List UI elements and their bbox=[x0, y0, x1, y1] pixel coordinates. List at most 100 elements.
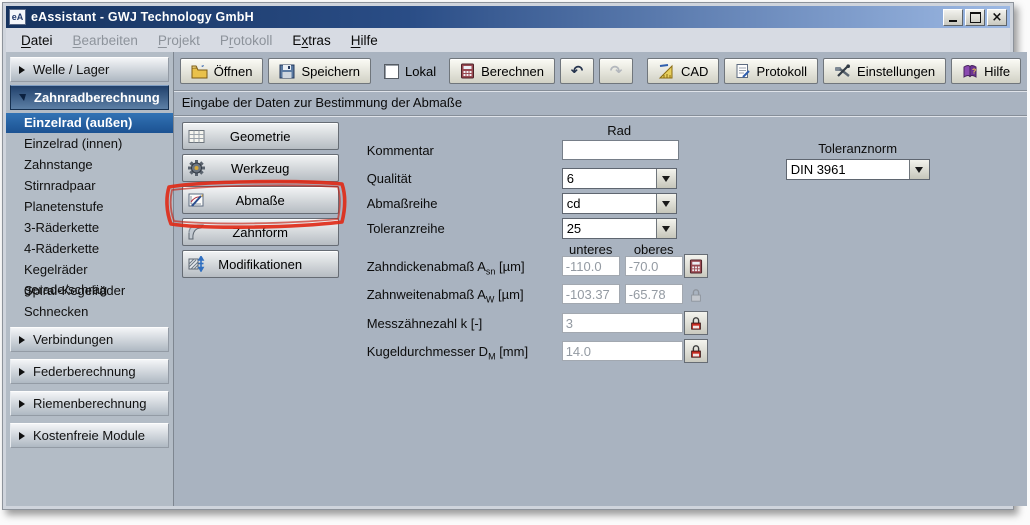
window-controls: × bbox=[943, 9, 1007, 26]
sidebar-header-riemenberechnung[interactable]: Riemenberechnung bbox=[10, 391, 169, 416]
werkzeug-button[interactable]: Werkzeug bbox=[182, 154, 339, 182]
modifications-icon bbox=[186, 253, 208, 275]
close-icon: × bbox=[992, 11, 1003, 24]
menu-protokoll: Protokoll bbox=[211, 31, 282, 50]
open-button[interactable]: Öffnen bbox=[180, 58, 264, 84]
sidebar-header-welle-lager[interactable]: Welle / Lager bbox=[10, 57, 169, 82]
kugeldurchmesser-label: Kugeldurchmesser DM [mm] bbox=[367, 344, 528, 362]
geometrie-button[interactable]: Geometrie bbox=[182, 122, 339, 150]
menu-extras[interactable]: Extras bbox=[283, 31, 339, 50]
zahndickenabmass-label: Zahndickenabmaß Asn [µm] bbox=[367, 259, 525, 277]
dropdown-arrow-icon bbox=[656, 219, 676, 238]
lock-closed-icon bbox=[689, 344, 703, 359]
kommentar-input[interactable] bbox=[562, 140, 679, 160]
dropdown-arrow-icon bbox=[909, 160, 929, 179]
sidebar-item-3-raederkette[interactable]: 3-Räderkette bbox=[6, 218, 173, 238]
toleranzreihe-dropdown[interactable]: 25 bbox=[562, 218, 677, 239]
sidebar-header-verbindungen[interactable]: Verbindungen bbox=[10, 327, 169, 352]
redo-button[interactable]: ↷ bbox=[599, 58, 633, 84]
sidebar-item-einzelrad-innen[interactable]: Einzelrad (innen) bbox=[6, 134, 173, 154]
maximize-icon bbox=[970, 12, 981, 23]
save-button[interactable]: Speichern bbox=[268, 58, 371, 84]
chevron-right-icon bbox=[19, 66, 25, 74]
abmassreihe-dropdown[interactable]: cd bbox=[562, 193, 677, 214]
lock-red-icon-button[interactable] bbox=[684, 311, 708, 335]
calculator-icon bbox=[460, 63, 475, 79]
abmasse-button[interactable]: Abmaße bbox=[182, 186, 339, 214]
hilfe-button[interactable]: ? Hilfe bbox=[951, 58, 1021, 84]
menu-projekt: Projekt bbox=[149, 31, 209, 50]
sidebar-item-4-raederkette[interactable]: 4-Räderkette bbox=[6, 239, 173, 259]
sidebar-item-stirnradpaar[interactable]: Stirnradpaar bbox=[6, 176, 173, 196]
status-line: Eingabe der Daten zur Bestimmung der Abm… bbox=[174, 91, 1027, 116]
column-header-rad: Rad bbox=[562, 123, 677, 138]
calculator-icon bbox=[689, 259, 703, 274]
menu-bearbeiten: Bearbeiten bbox=[64, 31, 147, 50]
zahndicken-unteres-input bbox=[562, 256, 620, 276]
grid-icon bbox=[186, 125, 208, 147]
messzaehnezahl-label: Messzähnezahl k [-] bbox=[367, 316, 483, 334]
lock-closed-icon bbox=[689, 316, 703, 331]
chevron-right-icon bbox=[19, 432, 25, 440]
calculate-button[interactable]: Berechnen bbox=[449, 58, 555, 84]
chevron-right-icon bbox=[19, 368, 25, 376]
svg-text:?: ? bbox=[972, 68, 976, 75]
menu-datei[interactable]: Datei bbox=[12, 31, 62, 50]
sidebar-header-zahnradberechnung[interactable]: Zahnradberechnung bbox=[10, 85, 169, 110]
local-checkbox[interactable] bbox=[384, 64, 399, 79]
floppy-disk-icon bbox=[279, 64, 295, 79]
zahnweitenabmass-label: Zahnweitenabmaß AW [µm] bbox=[367, 287, 524, 305]
sidebar-item-spiral-kegelraeder[interactable]: Spiral-Kegelräder bbox=[6, 281, 173, 301]
toolbar: Öffnen Speichern Lokal Berechnen ↶ ↷ CAD bbox=[174, 52, 1027, 91]
calculator-icon-button[interactable] bbox=[684, 254, 708, 278]
protokoll-button[interactable]: Protokoll bbox=[724, 58, 818, 84]
dropdown-arrow-icon bbox=[656, 194, 676, 213]
chevron-right-icon bbox=[19, 400, 25, 408]
toleranznorm-dropdown[interactable]: DIN 3961 bbox=[786, 159, 930, 180]
content-area: Welle / Lager Zahnradberechnung Einzelra… bbox=[6, 52, 1010, 506]
maximize-button[interactable] bbox=[965, 9, 985, 26]
modifikationen-button[interactable]: Modifikationen bbox=[182, 250, 339, 278]
sidebar-item-einzelrad-aussen[interactable]: Einzelrad (außen) bbox=[6, 113, 173, 133]
app-window: eA eAssistant - GWJ Technology GmbH × Da… bbox=[2, 2, 1014, 510]
window-title: eAssistant - GWJ Technology GmbH bbox=[31, 10, 938, 24]
kommentar-label: Kommentar bbox=[367, 143, 434, 158]
sidebar-header-federberechnung[interactable]: Federberechnung bbox=[10, 359, 169, 384]
chevron-down-icon bbox=[19, 94, 26, 101]
sidebar-item-zahnstange[interactable]: Zahnstange bbox=[6, 155, 173, 175]
zahnweiten-oberes-input bbox=[625, 284, 683, 304]
sidebar-item-schnecken[interactable]: Schnecken bbox=[6, 302, 173, 322]
lock-red-icon-button[interactable] bbox=[684, 339, 708, 363]
sidebar-item-kegelraeder[interactable]: Kegelräder gerade/schräg bbox=[6, 260, 173, 280]
redo-icon: ↷ bbox=[610, 62, 623, 80]
titlebar: eA eAssistant - GWJ Technology GmbH × bbox=[6, 6, 1010, 28]
minimize-button[interactable] bbox=[943, 9, 963, 26]
sidebar: Welle / Lager Zahnradberechnung Einzelra… bbox=[6, 52, 174, 506]
minimize-icon bbox=[949, 20, 957, 22]
zahndicken-oberes-input bbox=[625, 256, 683, 276]
kugeldurchmesser-input bbox=[562, 341, 683, 361]
toleranzreihe-label: Toleranzreihe bbox=[367, 221, 445, 236]
chart-pencil-icon bbox=[186, 189, 208, 211]
local-checkbox-group: Lokal bbox=[384, 64, 436, 79]
qualitaet-dropdown[interactable]: 6 bbox=[562, 168, 677, 189]
qualitaet-label: Qualität bbox=[367, 171, 412, 186]
close-button[interactable]: × bbox=[987, 9, 1007, 26]
help-book-icon: ? bbox=[962, 64, 978, 79]
einstellungen-button[interactable]: Einstellungen bbox=[823, 58, 946, 84]
chevron-right-icon bbox=[19, 336, 25, 344]
undo-icon: ↶ bbox=[571, 62, 584, 80]
menubar: Datei Bearbeiten Projekt Protokoll Extra… bbox=[6, 28, 1010, 53]
toleranznorm-label: Toleranznorm bbox=[786, 141, 930, 156]
lock-gray-icon-button bbox=[684, 283, 708, 307]
messzaehnezahl-input bbox=[562, 313, 683, 333]
column-header-oberes: oberes bbox=[625, 242, 683, 257]
undo-button[interactable]: ↶ bbox=[560, 58, 594, 84]
zahnform-button[interactable]: Zahnform bbox=[182, 218, 339, 246]
desktop: eA eAssistant - GWJ Technology GmbH × Da… bbox=[0, 0, 1030, 525]
sidebar-item-planetenstufe[interactable]: Planetenstufe bbox=[6, 197, 173, 217]
sidebar-header-kostenfreie-module[interactable]: Kostenfreie Module bbox=[10, 423, 169, 448]
cad-button[interactable]: CAD bbox=[647, 58, 719, 84]
menu-hilfe[interactable]: Hilfe bbox=[342, 31, 387, 50]
column-header-unteres: unteres bbox=[562, 242, 620, 257]
